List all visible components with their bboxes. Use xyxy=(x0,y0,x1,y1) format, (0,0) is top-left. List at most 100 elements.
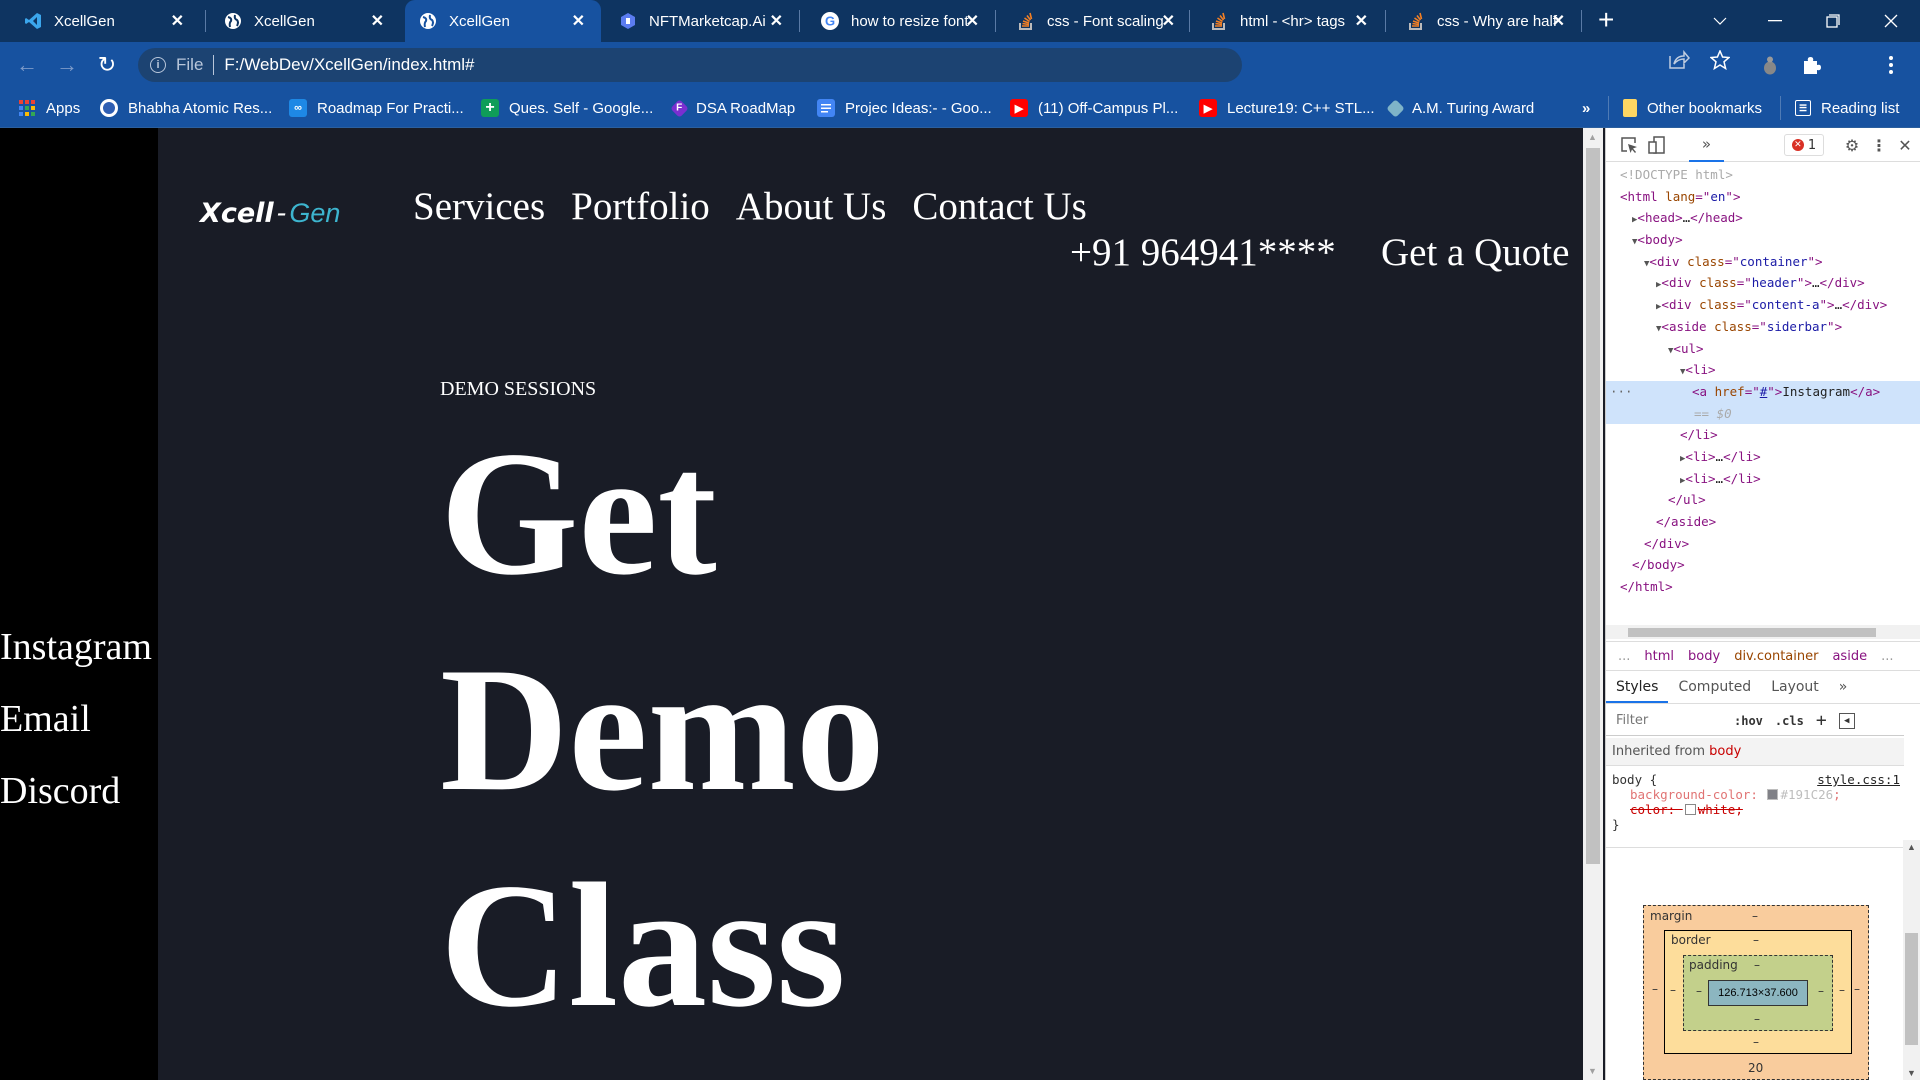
elements-tree[interactable]: <!DOCTYPE html> <html lang="en"> ▶<head>…<… xyxy=(1606,164,1920,604)
close-tab-icon[interactable]: ✕ xyxy=(1162,11,1175,31)
address-url[interactable]: F:/WebDev/XcellGen/index.html# xyxy=(224,55,474,75)
color-swatch[interactable] xyxy=(1767,789,1779,800)
close-tab-icon[interactable]: ✕ xyxy=(1552,11,1565,31)
breadcrumb-more[interactable]: ... xyxy=(1881,649,1893,664)
margin-bottom-value[interactable]: 20 xyxy=(1748,1061,1763,1075)
bookmark-turing-award[interactable]: A.M. Turing Award xyxy=(1386,96,1534,120)
dom-node-line[interactable]: ▶<div class="header">…</div> xyxy=(1606,272,1920,294)
forward-button[interactable]: → xyxy=(50,48,84,82)
tab-layout[interactable]: Layout xyxy=(1761,672,1829,703)
info-icon[interactable]: i xyxy=(150,57,166,73)
get-quote-link[interactable]: Get a Quote xyxy=(1381,230,1569,275)
breadcrumb-aside[interactable]: aside xyxy=(1832,649,1867,664)
minimize-button[interactable] xyxy=(1752,0,1798,42)
breadcrumb-html[interactable]: html xyxy=(1644,649,1674,664)
dom-node-line[interactable]: </div> xyxy=(1606,533,1920,555)
chrome-menu-icon[interactable] xyxy=(1876,50,1906,80)
bookmark-apps[interactable]: Apps xyxy=(18,96,80,120)
elements-hscrollbar-thumb[interactable] xyxy=(1628,628,1876,637)
tab-search-chevron-icon[interactable] xyxy=(1700,0,1740,42)
dom-node-line[interactable]: ▶<head>…</head> xyxy=(1606,207,1920,229)
close-tab-icon[interactable]: ✕ xyxy=(1355,11,1368,31)
new-style-rule-button[interactable]: + xyxy=(1816,710,1827,731)
bookmark-roadmap[interactable]: ∞ Roadmap For Practi... xyxy=(289,96,464,120)
page-scrollbar-thumb[interactable] xyxy=(1586,148,1600,864)
css-property-color[interactable]: color: white; xyxy=(1612,802,1898,817)
inherited-from-body-link[interactable]: body xyxy=(1709,744,1741,759)
scroll-up-arrow-icon[interactable]: ▲ xyxy=(1907,842,1916,852)
tab-xcellgen-2[interactable]: XcellGen ✕ xyxy=(200,0,400,42)
dom-node-line[interactable]: ▶<li>…</li> xyxy=(1606,468,1920,490)
tab-xcellgen-1[interactable]: XcellGen ✕ xyxy=(0,0,200,42)
tab-computed[interactable]: Computed xyxy=(1668,672,1761,703)
nav-contact-us[interactable]: Contact Us xyxy=(912,184,1086,229)
close-tab-icon[interactable]: ✕ xyxy=(171,11,184,31)
close-devtools-icon[interactable]: ✕ xyxy=(1894,134,1916,156)
scroll-down-arrow-icon[interactable]: ▼ xyxy=(1588,1066,1597,1076)
dom-node-line[interactable]: <html lang="en"> xyxy=(1606,186,1920,208)
scroll-up-arrow-icon[interactable]: ▲ xyxy=(1588,132,1597,142)
node-actions-ellipsis[interactable]: ··· xyxy=(1610,381,1633,403)
styles-scrollbar-thumb[interactable] xyxy=(1905,933,1918,1045)
bookmark-ques-self[interactable]: + Ques. Self - Google... xyxy=(481,96,653,120)
cls-toggle[interactable]: .cls xyxy=(1775,714,1804,728)
address-bar[interactable]: i File F:/WebDev/XcellGen/index.html# xyxy=(138,48,1242,82)
breadcrumb-div-container[interactable]: div.container xyxy=(1734,649,1818,664)
breadcrumb-body[interactable]: body xyxy=(1688,649,1720,664)
box-model-margin[interactable]: margin – – – 20 border – – – – padding –… xyxy=(1643,905,1869,1080)
box-model-content[interactable]: 126.713×37.600 xyxy=(1708,980,1808,1006)
tab-styles[interactable]: Styles xyxy=(1606,672,1669,703)
elements-hscrollbar[interactable] xyxy=(1606,625,1920,639)
dom-node-line[interactable]: ▼<body> xyxy=(1606,229,1920,251)
tab-so-why-half[interactable]: css - Why are half ✕ xyxy=(1383,0,1581,42)
sidebar-link-email[interactable]: Email xyxy=(0,700,152,738)
dom-node-line[interactable]: </html> xyxy=(1606,576,1920,598)
hov-toggle[interactable]: :hov xyxy=(1734,714,1763,728)
extensions-puzzle-icon[interactable] xyxy=(1796,50,1826,80)
bookmark-bhabha[interactable]: Bhabha Atomic Res... xyxy=(100,96,272,120)
bookmark-project-ideas[interactable]: Projec Ideas:- - Goo... xyxy=(817,96,992,120)
tab-so-font-scaling[interactable]: css - Font scaling ✕ xyxy=(993,0,1191,42)
close-tab-icon[interactable]: ✕ xyxy=(572,11,585,31)
inspect-element-icon[interactable] xyxy=(1618,134,1640,156)
tab-xcellgen-active[interactable]: XcellGen ✕ xyxy=(405,0,601,42)
nav-services[interactable]: Services xyxy=(413,184,545,229)
styles-filter-input[interactable] xyxy=(1612,708,1722,733)
settings-gear-icon[interactable]: ⚙ xyxy=(1841,134,1863,156)
sidebar-link-discord[interactable]: Discord xyxy=(0,772,152,810)
dom-node-line[interactable]: ··· <a href="#">Instagram</a> xyxy=(1606,380,1920,403)
dom-node-line[interactable]: ▼<li> xyxy=(1606,359,1920,381)
restore-button[interactable] xyxy=(1810,0,1856,42)
reading-list[interactable]: ☰ Reading list xyxy=(1795,96,1899,120)
bookmark-star-icon[interactable] xyxy=(1709,49,1731,76)
dom-node-line[interactable]: ▶<li>…</li> xyxy=(1606,446,1920,468)
close-tab-icon[interactable]: ✕ xyxy=(770,11,783,31)
dom-node-line[interactable]: ▼<aside class="siderbar"> xyxy=(1606,316,1920,338)
close-tab-icon[interactable]: ✕ xyxy=(966,11,979,31)
bug-extension-icon[interactable] xyxy=(1755,50,1785,80)
nav-about-us[interactable]: About Us xyxy=(736,184,887,229)
dom-node-line[interactable]: <!DOCTYPE html> xyxy=(1606,164,1920,186)
dom-node-line[interactable]: ▶<div class="content-a">…</div> xyxy=(1606,294,1920,316)
dom-node-line[interactable]: </aside> xyxy=(1606,511,1920,533)
styles-scrollbar[interactable]: ▲ ▼ xyxy=(1903,840,1920,1080)
tab-nftmarketcap[interactable]: NFTMarketcap.Ai ✕ xyxy=(601,0,799,42)
page-scrollbar[interactable]: ▲ ▼ xyxy=(1583,128,1603,1080)
tab-more[interactable]: » xyxy=(1829,672,1858,703)
bookmark-lecture19[interactable]: ▶ Lecture19: C++ STL... xyxy=(1199,96,1375,120)
color-swatch[interactable] xyxy=(1684,804,1696,815)
error-count-badge[interactable]: ✕ 1 xyxy=(1784,134,1824,156)
nav-portfolio[interactable]: Portfolio xyxy=(571,184,710,229)
css-property-background-color[interactable]: background-color: #191C26; xyxy=(1612,787,1898,802)
bookmark-off-campus[interactable]: ▶ (11) Off-Campus Pl... xyxy=(1010,96,1178,120)
devtools-menu-icon[interactable]: ⋮ xyxy=(1868,134,1890,156)
toggle-sidebar-icon[interactable]: ◀ xyxy=(1838,712,1855,729)
dom-node-line[interactable]: ▼<div class="container"> xyxy=(1606,251,1920,273)
box-model-border[interactable]: border – – – – padding – – – – 126.713×3… xyxy=(1664,930,1852,1054)
bookmarks-overflow-button[interactable]: » xyxy=(1582,96,1590,120)
tab-so-hr-tags[interactable]: html - <hr> tags ✕ xyxy=(1186,0,1384,42)
breadcrumb-overflow[interactable]: ... xyxy=(1618,649,1630,664)
device-toolbar-icon[interactable] xyxy=(1646,134,1668,156)
dom-node-line[interactable]: </body> xyxy=(1606,554,1920,576)
scroll-down-arrow-icon[interactable]: ▼ xyxy=(1907,1068,1916,1078)
